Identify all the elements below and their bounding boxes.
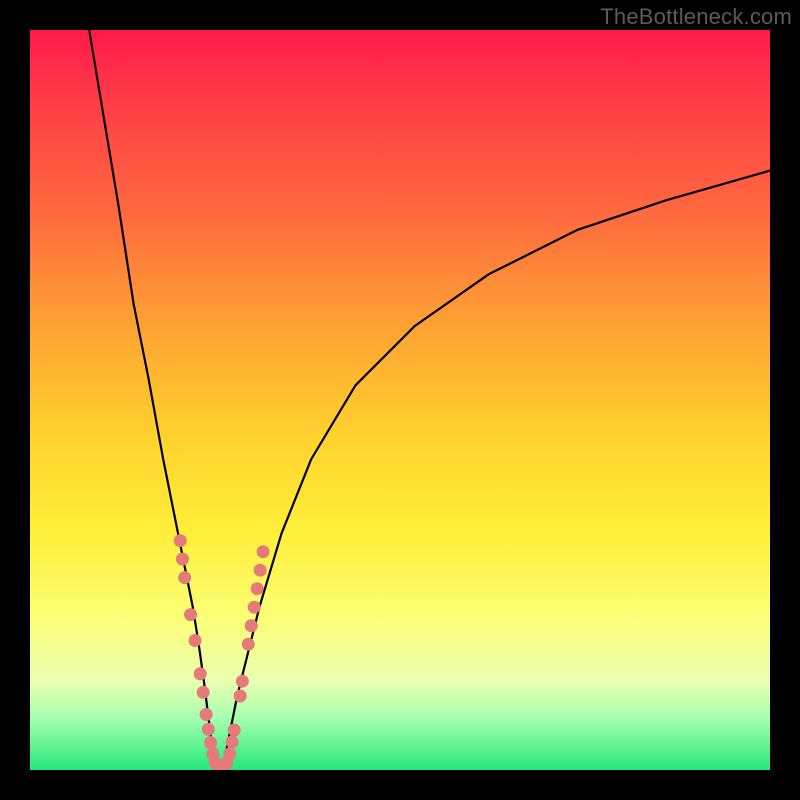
bottleneck-curves	[89, 30, 770, 770]
marker-dot	[197, 686, 210, 699]
marker-dot	[251, 582, 264, 595]
marker-dot	[194, 667, 207, 680]
plot-area	[30, 30, 770, 770]
marker-dot	[226, 735, 239, 748]
marker-dot	[242, 638, 255, 651]
marker-dot	[200, 708, 213, 721]
marker-dot	[184, 608, 197, 621]
marker-dot	[174, 534, 187, 547]
marker-dot	[248, 601, 261, 614]
marker-dot	[234, 690, 247, 703]
curve-layer	[30, 30, 770, 770]
curve-right-curve	[222, 171, 770, 770]
marker-dot	[228, 724, 241, 737]
marker-dot	[176, 553, 189, 566]
curve-left-curve	[89, 30, 215, 770]
marker-dot	[178, 571, 191, 584]
watermark-text: TheBottleneck.com	[600, 4, 792, 30]
marker-dot	[236, 675, 249, 688]
marker-dot	[204, 736, 217, 749]
chart-frame: TheBottleneck.com	[0, 0, 800, 800]
marker-dot	[223, 747, 236, 760]
marker-dot	[254, 564, 267, 577]
marker-dot	[189, 634, 202, 647]
marker-dot	[202, 723, 215, 736]
highlight-markers	[174, 534, 270, 770]
marker-dot	[245, 619, 258, 632]
marker-dot	[257, 545, 270, 558]
